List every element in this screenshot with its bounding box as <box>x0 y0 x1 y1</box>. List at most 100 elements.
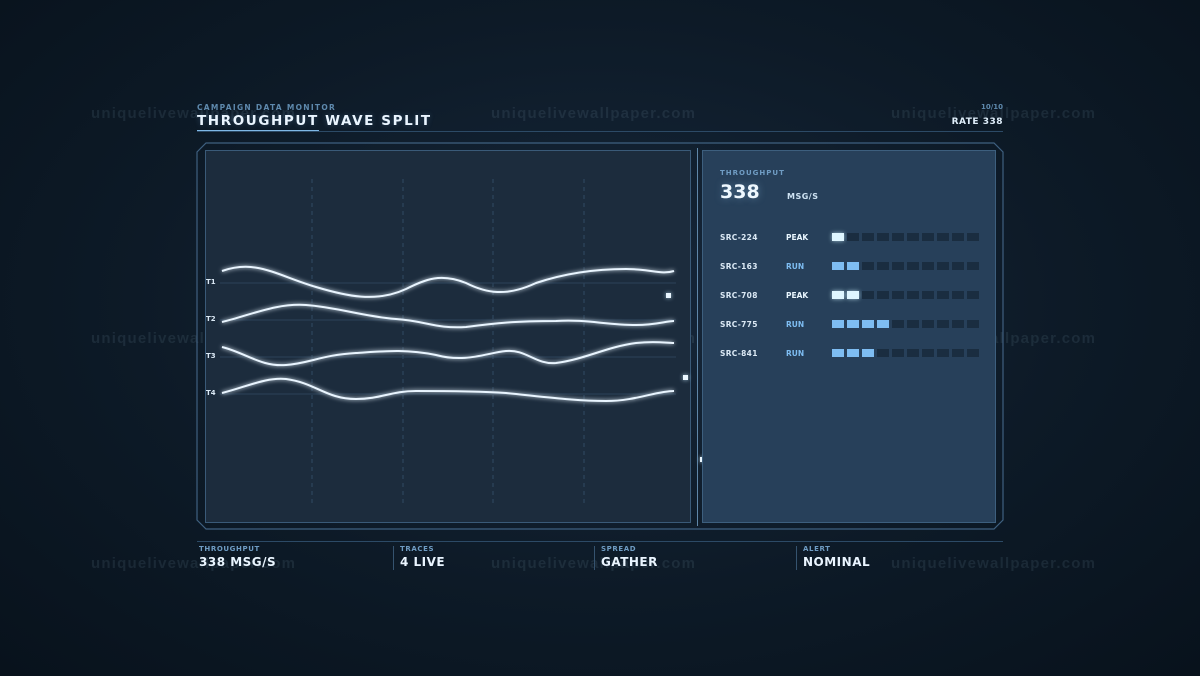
source-meter <box>832 291 979 299</box>
stat-traces: TRACES 4 LIVE <box>400 545 445 571</box>
trace-label-t4: T4 <box>206 389 216 397</box>
source-meter <box>832 320 979 328</box>
meter-segment-off <box>892 233 904 241</box>
source-name: SRC-775 <box>720 320 758 329</box>
marker-dot <box>683 375 688 380</box>
stat-value: 4 LIVE <box>400 555 446 569</box>
meter-segment-off <box>922 262 934 270</box>
stat-separator <box>796 546 797 570</box>
stat-value: GATHER <box>601 555 658 569</box>
waveform-plot <box>220 179 676 503</box>
metric-unit: MSG/S <box>787 192 819 201</box>
source-meter <box>832 233 979 241</box>
meter-segment-off <box>907 320 919 328</box>
footer-divider <box>197 541 1003 542</box>
meter-segment-on <box>832 262 844 270</box>
trace-t3-line <box>221 341 675 367</box>
meter-segment-off <box>952 320 964 328</box>
meter-segment-on <box>862 349 874 357</box>
meter-segment-off <box>922 233 934 241</box>
meter-segment-off <box>862 262 874 270</box>
meter-segment-off <box>877 349 889 357</box>
meter-segment-on <box>847 349 859 357</box>
metric-label: THROUGHPUT <box>720 169 785 177</box>
metric-value: 338 <box>720 181 760 203</box>
meter-segment-off <box>937 262 949 270</box>
stat-label: THROUGHPUT <box>199 545 260 553</box>
meter-segment-off <box>952 233 964 241</box>
stat-separator <box>594 546 595 570</box>
meter-segment-off <box>862 233 874 241</box>
metrics-panel <box>702 150 996 523</box>
meter-segment-on <box>832 291 844 299</box>
meter-segment-off <box>892 320 904 328</box>
meter-segment-off <box>907 291 919 299</box>
meter-segment-off <box>922 320 934 328</box>
source-meter <box>832 262 979 270</box>
meter-segment-off <box>937 233 949 241</box>
meter-segment-off <box>907 262 919 270</box>
meter-segment-on <box>847 291 859 299</box>
source-name: SRC-224 <box>720 233 758 242</box>
meter-segment-on <box>832 349 844 357</box>
trace-t2-line <box>221 303 675 329</box>
watermark: uniquelivewallpaper.com <box>491 105 697 122</box>
meter-segment-on <box>847 320 859 328</box>
stat-value: 338 MSG/S <box>199 555 277 569</box>
meter-segment-off <box>937 320 949 328</box>
meter-segment-off <box>877 291 889 299</box>
meter-segment-off <box>937 291 949 299</box>
source-meter <box>832 349 979 357</box>
meter-segment-off <box>922 291 934 299</box>
stat-value: NOMINAL <box>803 555 871 569</box>
source-row: SRC-708 PEAK <box>720 291 985 301</box>
source-row: SRC-224 PEAK <box>720 233 985 243</box>
header-kicker: CAMPAIGN DATA MONITOR <box>197 103 337 112</box>
meter-segment-off <box>967 233 979 241</box>
meter-segment-off <box>862 291 874 299</box>
source-status: RUN <box>786 262 805 271</box>
rate-readout: RATE 338 <box>951 117 1003 127</box>
meter-segment-off <box>967 291 979 299</box>
source-status: RUN <box>786 349 805 358</box>
stat-separator <box>393 546 394 570</box>
trace-t4-line <box>221 377 675 403</box>
stat-label: SPREAD <box>601 545 637 553</box>
meter-segment-off <box>952 262 964 270</box>
trace-label-t3: T3 <box>206 352 216 360</box>
grid-lines <box>311 179 585 503</box>
meter-segment-off <box>877 233 889 241</box>
meter-segment-off <box>907 349 919 357</box>
source-name: SRC-163 <box>720 262 758 271</box>
meter-segment-on <box>832 320 844 328</box>
meter-segment-off <box>877 262 889 270</box>
meter-segment-on <box>847 262 859 270</box>
page-title: THROUGHPUT WAVE SPLIT <box>197 113 432 129</box>
meter-segment-off <box>922 349 934 357</box>
meter-segment-off <box>892 291 904 299</box>
stat-spread: SPREAD GATHER <box>601 545 658 571</box>
meter-segment-off <box>892 262 904 270</box>
source-status: RUN <box>786 320 805 329</box>
meter-segment-on <box>877 320 889 328</box>
trace-label-t2: T2 <box>206 315 216 323</box>
source-row: SRC-841 RUN <box>720 349 985 359</box>
stat-alert: ALERT NOMINAL <box>803 545 870 571</box>
meter-segment-on <box>832 233 844 241</box>
meter-segment-off <box>907 233 919 241</box>
source-name: SRC-708 <box>720 291 758 300</box>
stat-throughput: THROUGHPUT 338 MSG/S <box>199 545 276 571</box>
stat-label: TRACES <box>400 545 435 553</box>
meter-segment-off <box>952 291 964 299</box>
marker-dot <box>666 293 671 298</box>
meter-segment-off <box>952 349 964 357</box>
meter-segment-off <box>967 262 979 270</box>
stat-label: ALERT <box>803 545 831 553</box>
page-counter: 10/10 <box>980 103 1003 111</box>
source-row: SRC-163 RUN <box>720 262 985 272</box>
meter-segment-off <box>967 320 979 328</box>
waveform-panel <box>205 150 691 523</box>
meter-segment-off <box>892 349 904 357</box>
source-name: SRC-841 <box>720 349 758 358</box>
header-divider <box>197 131 1003 132</box>
